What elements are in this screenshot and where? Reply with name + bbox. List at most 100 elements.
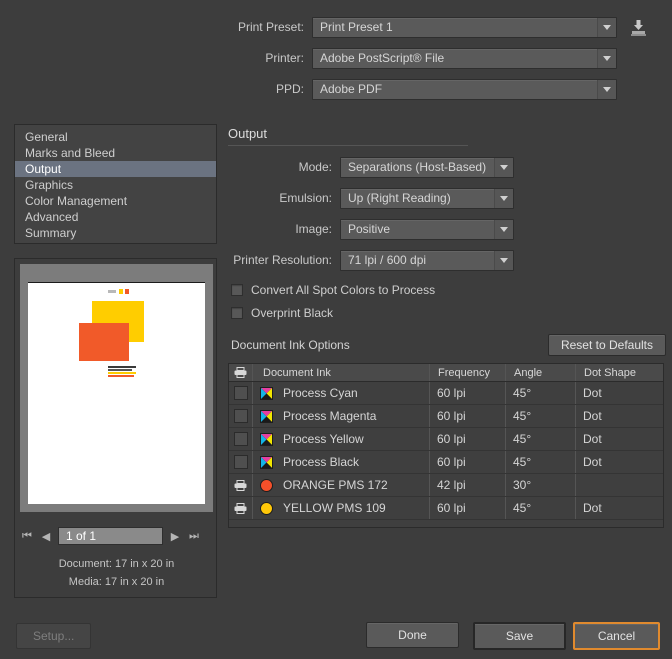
table-row[interactable]: Process Magenta 60 lpi 45° Dot	[229, 405, 663, 428]
printer-resolution-value: 71 lpi / 600 dpi	[348, 253, 427, 267]
printer-label: Printer:	[265, 51, 304, 65]
cancel-button[interactable]: Cancel	[573, 622, 660, 650]
image-value: Positive	[348, 222, 391, 236]
save-preset-icon[interactable]	[629, 17, 647, 37]
ink-name: Process Cyan	[283, 386, 358, 400]
next-page-button[interactable]: ▶	[168, 530, 182, 543]
table-row[interactable]: YELLOW PMS 109 60 lpi 45° Dot	[229, 497, 663, 520]
last-page-button[interactable]: ⏭	[187, 530, 201, 543]
chevron-down-icon[interactable]	[494, 219, 513, 239]
mode-row: Mode: Separations (Host-Based)	[228, 156, 666, 178]
image-label: Image:	[295, 222, 332, 236]
chevron-down-icon[interactable]	[494, 188, 513, 208]
ink-dot-shape[interactable]: Dot	[575, 497, 663, 519]
print-dialog: Print Preset: Print Preset 1 Printer: Ad…	[0, 0, 672, 659]
chevron-down-icon[interactable]	[597, 79, 616, 99]
sidebar-item-general[interactable]: General	[15, 129, 216, 145]
table-header-row: Document Ink Frequency Angle Dot Shape	[229, 364, 663, 382]
image-row: Image: Positive	[228, 218, 666, 240]
mode-value: Separations (Host-Based)	[348, 160, 487, 174]
save-button[interactable]: Save	[473, 622, 566, 650]
convert-spot-colors-row[interactable]: Convert All Spot Colors to Process	[228, 280, 666, 300]
table-footer-spacer	[229, 520, 663, 527]
reset-to-defaults-button[interactable]: Reset to Defaults	[547, 334, 666, 356]
ink-angle[interactable]: 30°	[505, 474, 575, 496]
chevron-down-icon[interactable]	[494, 157, 513, 177]
ink-frequency[interactable]: 42 lpi	[429, 474, 505, 496]
ink-dot-shape[interactable]	[575, 474, 663, 496]
sidebar-item-marks-and-bleed[interactable]: Marks and Bleed	[15, 145, 216, 161]
sidebar-item-summary[interactable]: Summary	[15, 225, 216, 241]
previous-page-button[interactable]: ◀	[39, 530, 53, 543]
preset-section: Print Preset: Print Preset 1 Printer: Ad…	[0, 16, 672, 109]
printer-resolution-label: Printer Resolution:	[233, 253, 332, 267]
table-row[interactable]: Process Black 60 lpi 45° Dot	[229, 451, 663, 474]
chevron-down-icon[interactable]	[597, 17, 616, 37]
print-preset-row: Print Preset: Print Preset 1	[0, 16, 672, 38]
ink-angle[interactable]: 45°	[505, 428, 575, 450]
ppd-dropdown[interactable]: Adobe PDF	[312, 78, 617, 100]
printer-icon[interactable]	[229, 474, 253, 496]
preview-panel: ⏮ ◀ 1 of 1 ▶ ⏭ Document: 17 in x 20 in M…	[14, 258, 217, 598]
ink-dot-shape[interactable]: Dot	[575, 405, 663, 427]
document-ink-table: Document Ink Frequency Angle Dot Shape P…	[228, 363, 664, 528]
printer-resolution-dropdown[interactable]: 71 lpi / 600 dpi	[340, 249, 514, 271]
column-header-document-ink[interactable]: Document Ink	[253, 367, 429, 379]
sidebar-item-output[interactable]: Output	[15, 161, 216, 177]
column-header-frequency[interactable]: Frequency	[429, 364, 505, 381]
image-dropdown[interactable]: Positive	[340, 218, 514, 240]
page-number-input[interactable]: 1 of 1	[58, 527, 163, 545]
mode-dropdown[interactable]: Separations (Host-Based)	[340, 156, 514, 178]
table-row[interactable]: Process Cyan 60 lpi 45° Dot	[229, 382, 663, 405]
overprint-black-checkbox[interactable]	[231, 307, 243, 319]
sidebar-item-graphics[interactable]: Graphics	[15, 177, 216, 193]
print-toggle-cell[interactable]	[229, 382, 253, 404]
emulsion-row: Emulsion: Up (Right Reading)	[228, 187, 666, 209]
cmyk-icon	[253, 432, 279, 446]
print-preset-label: Print Preset:	[237, 20, 304, 34]
print-toggle-cell[interactable]	[229, 451, 253, 473]
emulsion-label: Emulsion:	[279, 191, 332, 205]
section-divider	[228, 145, 468, 146]
ink-angle[interactable]: 45°	[505, 382, 575, 404]
ink-frequency[interactable]: 60 lpi	[429, 405, 505, 427]
sidebar-item-color-management[interactable]: Color Management	[15, 193, 216, 209]
sidebar-item-advanced[interactable]: Advanced	[15, 209, 216, 225]
convert-spot-colors-checkbox[interactable]	[231, 284, 243, 296]
category-sidebar: General Marks and Bleed Output Graphics …	[14, 124, 217, 244]
column-header-dot-shape[interactable]: Dot Shape	[575, 364, 663, 381]
preview-page-sheet	[28, 282, 205, 504]
setup-button[interactable]: Setup...	[16, 623, 92, 649]
ink-dot-shape[interactable]: Dot	[575, 451, 663, 473]
print-toggle-cell[interactable]	[229, 428, 253, 450]
ink-frequency[interactable]: 60 lpi	[429, 497, 505, 519]
print-preset-dropdown[interactable]: Print Preset 1	[312, 16, 617, 38]
printer-value: Adobe PostScript® File	[320, 51, 445, 65]
emulsion-dropdown[interactable]: Up (Right Reading)	[340, 187, 514, 209]
chevron-down-icon[interactable]	[597, 48, 616, 68]
ink-angle[interactable]: 45°	[505, 497, 575, 519]
ppd-value: Adobe PDF	[320, 82, 383, 96]
ink-dot-shape[interactable]: Dot	[575, 382, 663, 404]
printer-dropdown[interactable]: Adobe PostScript® File	[312, 47, 617, 69]
table-row[interactable]: ORANGE PMS 172 42 lpi 30°	[229, 474, 663, 497]
ink-frequency[interactable]: 60 lpi	[429, 428, 505, 450]
printer-row: Printer: Adobe PostScript® File	[0, 47, 672, 69]
done-button[interactable]: Done	[366, 622, 459, 648]
overprint-black-row[interactable]: Overprint Black	[228, 303, 666, 323]
ink-angle[interactable]: 45°	[505, 451, 575, 473]
print-toggle-cell[interactable]	[229, 405, 253, 427]
preview-orange-rectangle	[79, 323, 129, 361]
print-preset-value: Print Preset 1	[320, 20, 393, 34]
ppd-row: PPD: Adobe PDF	[0, 78, 672, 100]
ink-dot-shape[interactable]: Dot	[575, 428, 663, 450]
first-page-button[interactable]: ⏮	[20, 530, 34, 543]
table-row[interactable]: Process Yellow 60 lpi 45° Dot	[229, 428, 663, 451]
ink-angle[interactable]: 45°	[505, 405, 575, 427]
printer-icon[interactable]	[229, 497, 253, 519]
column-header-angle[interactable]: Angle	[505, 364, 575, 381]
ink-frequency[interactable]: 60 lpi	[429, 451, 505, 473]
chevron-down-icon[interactable]	[494, 250, 513, 270]
cmyk-icon	[253, 386, 279, 400]
ink-frequency[interactable]: 60 lpi	[429, 382, 505, 404]
